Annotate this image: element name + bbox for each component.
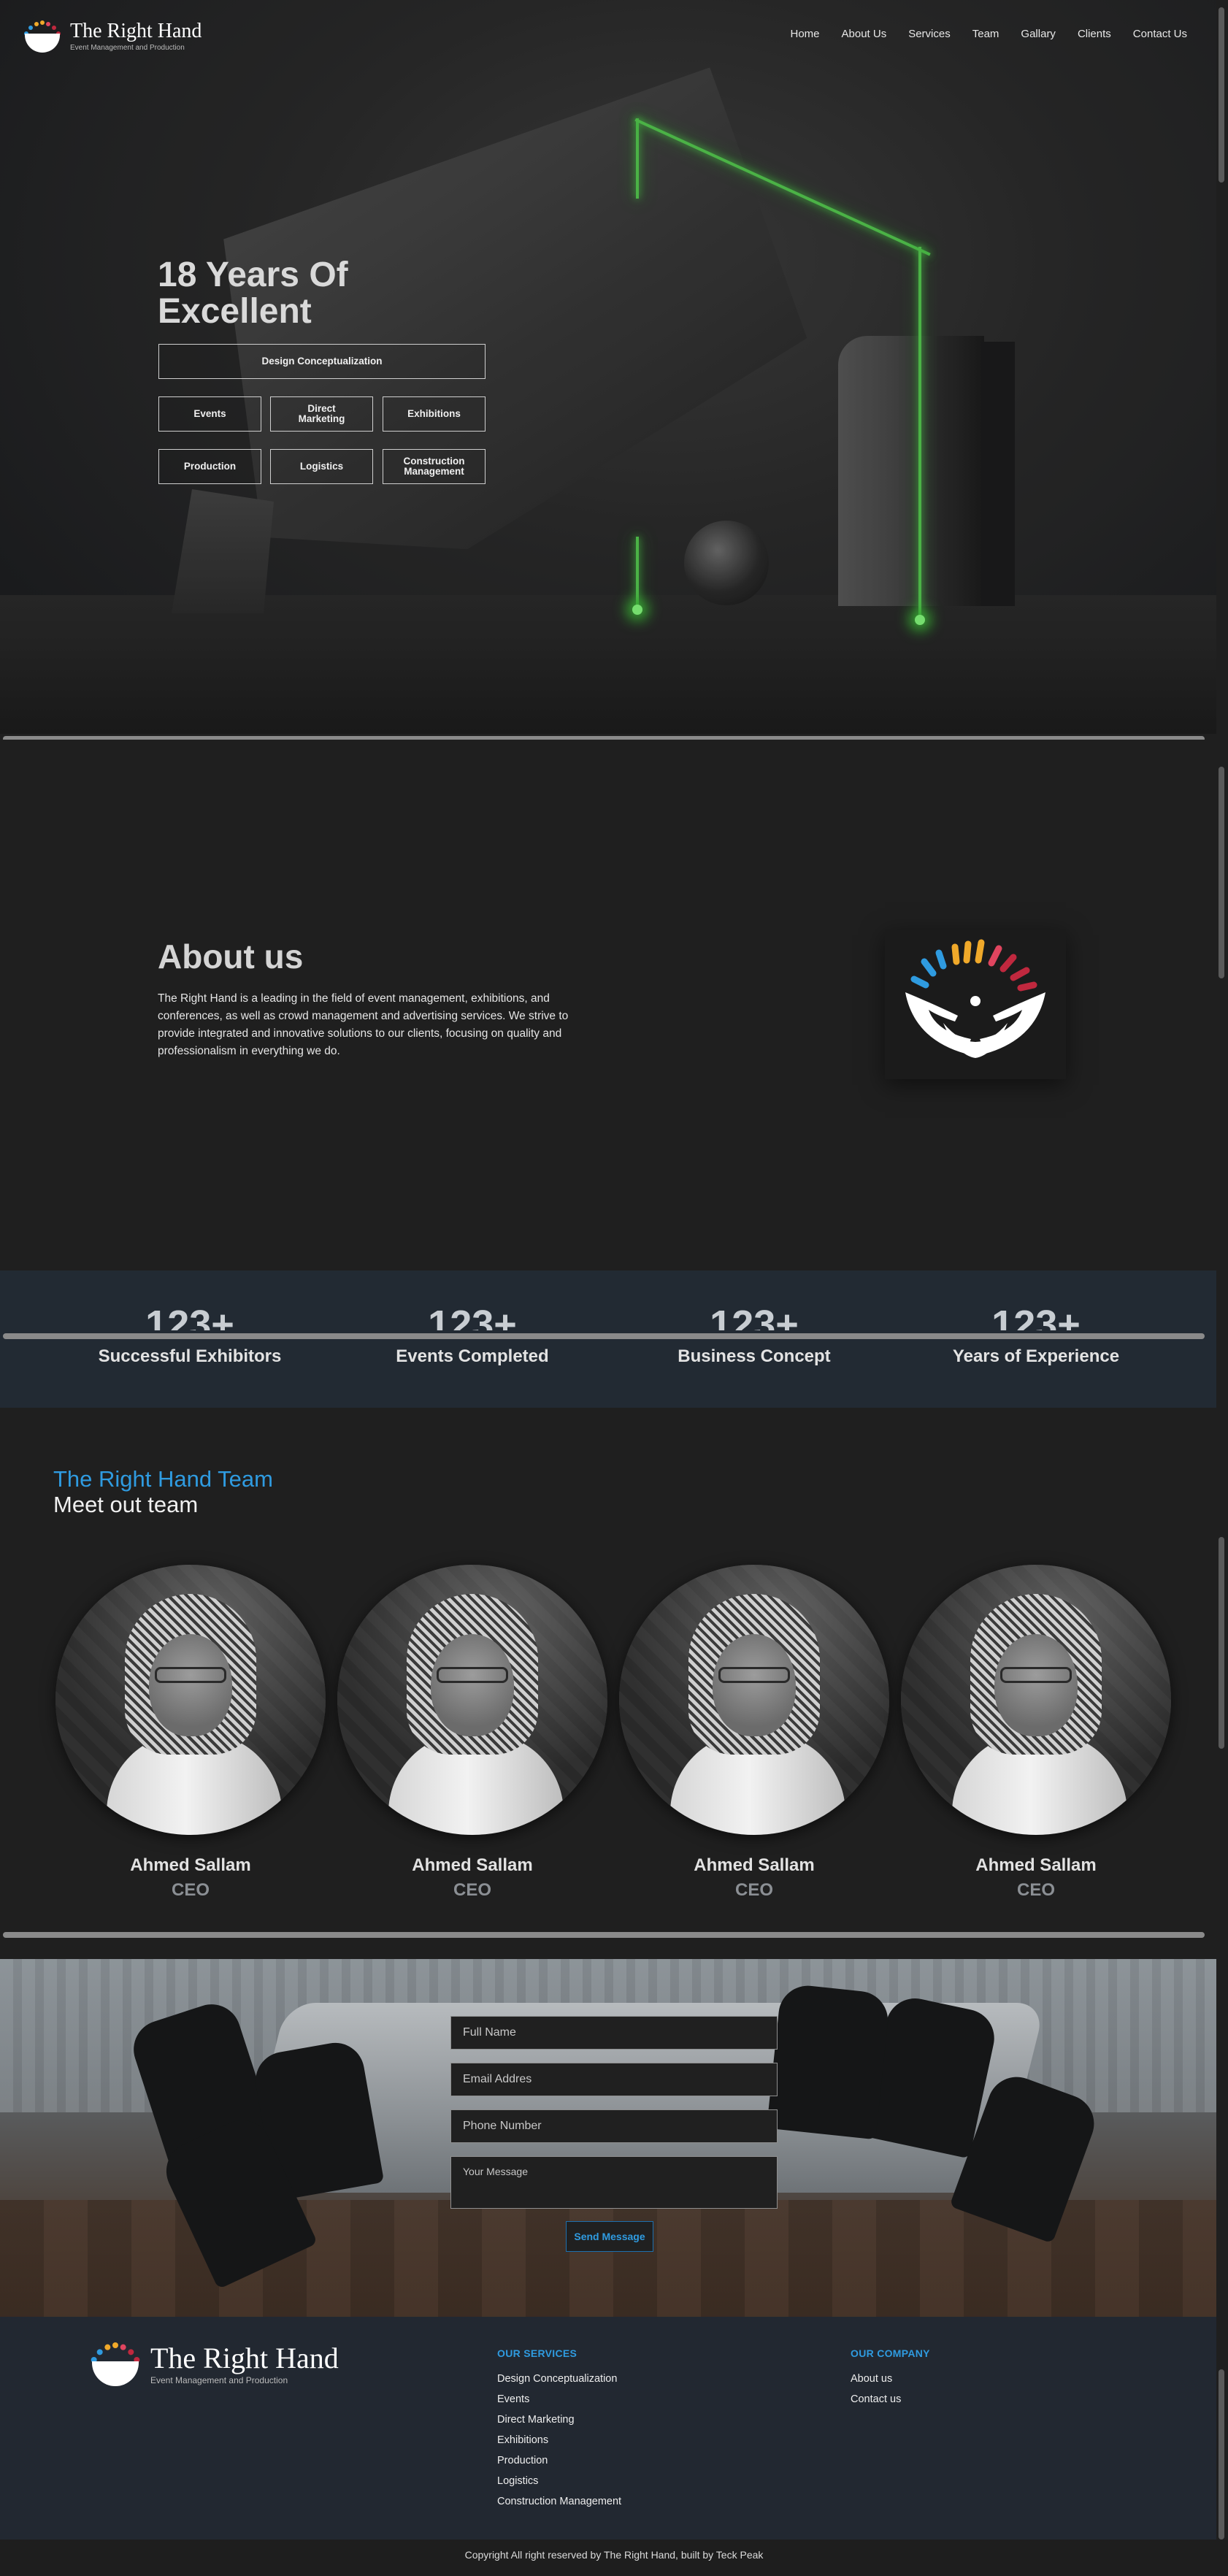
vertical-scrollbar[interactable] [1219, 7, 1224, 183]
stat-number: 123+ [710, 1303, 799, 1330]
top-nav: The Right Hand Event Management and Prod… [0, 0, 1216, 73]
team-member-role: CEO [1016, 1880, 1055, 1900]
hero-title: 18 Years Of Excellent [158, 256, 348, 331]
horizontal-scrollbar[interactable] [3, 1932, 1205, 1938]
stat-number: 123+ [991, 1303, 1081, 1330]
full-name-input[interactable] [450, 2016, 778, 2050]
nav-clients[interactable]: Clients [1078, 28, 1111, 40]
service-button-direct-marketing[interactable]: Direct Marketing [270, 396, 373, 432]
team-title: Meet out team [53, 1492, 199, 1517]
team-member-name: Ahmed Sallam [694, 1855, 815, 1875]
service-button-events[interactable]: Events [158, 396, 261, 432]
team-member-name: Ahmed Sallam [412, 1855, 533, 1875]
logo-mark-icon [86, 2342, 145, 2386]
footer-brand-logo[interactable]: The Right Hand Event Management and Prod… [86, 2342, 339, 2386]
team-member-role: CEO [453, 1880, 491, 1900]
service-button-logistics[interactable]: Logistics [270, 449, 373, 484]
team-member-name: Ahmed Sallam [130, 1855, 251, 1875]
team-member-photo [901, 1565, 1171, 1835]
team-subtitle: The Right Hand Team [53, 1466, 273, 1492]
vertical-scrollbar[interactable] [1219, 2369, 1224, 2539]
horizontal-scrollbar[interactable] [3, 1333, 1205, 1339]
about-logo-image [885, 929, 1066, 1079]
service-button-production[interactable]: Production [158, 449, 261, 484]
footer-services-title: OUR SERVICES [497, 2347, 577, 2359]
nav-services[interactable]: Services [908, 28, 951, 40]
team-member-card: Ahmed Sallam CEO [337, 1565, 607, 1901]
send-message-button[interactable]: Send Message [566, 2221, 653, 2252]
nav-about-us[interactable]: About Us [842, 28, 887, 40]
brand-logo[interactable]: The Right Hand Event Management and Prod… [20, 20, 202, 53]
hero-section: The Right Hand Event Management and Prod… [0, 0, 1216, 734]
stat-label: Successful Exhibitors [98, 1346, 282, 1366]
team-member-card: Ahmed Sallam CEO [55, 1565, 326, 1901]
about-title: About us [158, 938, 304, 975]
team-member-card: Ahmed Sallam CEO [619, 1565, 889, 1901]
stat-label: Events Completed [396, 1346, 549, 1366]
vertical-scrollbar[interactable] [1219, 1537, 1224, 1749]
team-member-photo [619, 1565, 889, 1835]
logo-mark-icon [20, 20, 64, 53]
nav-menu: Home About Us Services Team Gallary Clie… [790, 28, 1187, 40]
team-member-photo [337, 1565, 607, 1835]
stat-number: 123+ [428, 1303, 517, 1330]
footer-link-about-us[interactable]: About us [851, 2373, 892, 2385]
team-member-card: Ahmed Sallam CEO [901, 1565, 1171, 1901]
team-member-name: Ahmed Sallam [975, 1855, 1097, 1875]
footer-link-exhibitions[interactable]: Exhibitions [497, 2434, 548, 2446]
message-textarea[interactable] [450, 2156, 778, 2209]
nav-team[interactable]: Team [972, 28, 999, 40]
vertical-scrollbar[interactable] [1219, 767, 1224, 978]
nav-contact-us[interactable]: Contact Us [1133, 28, 1187, 40]
nav-gallary[interactable]: Gallary [1021, 28, 1056, 40]
footer-brand-name: The Right Hand [150, 2341, 339, 2374]
about-section: About us The Right Hand is a leading in … [0, 740, 1216, 1270]
footer-link-construction-management[interactable]: Construction Management [497, 2496, 621, 2507]
team-member-photo [55, 1565, 326, 1835]
brand-tagline: Event Management and Production [70, 44, 185, 52]
footer-link-events[interactable]: Events [497, 2393, 529, 2405]
footer-link-design-conceptualization[interactable]: Design Conceptualization [497, 2373, 617, 2385]
phone-input[interactable] [450, 2109, 778, 2143]
footer-link-production[interactable]: Production [497, 2455, 548, 2466]
footer-link-direct-marketing[interactable]: Direct Marketing [497, 2414, 575, 2426]
footer: The Right Hand Event Management and Prod… [0, 2317, 1216, 2539]
email-input[interactable] [450, 2063, 778, 2096]
footer-link-contact-us[interactable]: Contact us [851, 2393, 901, 2405]
stat-label: Business Concept [678, 1346, 831, 1366]
footer-brand-tagline: Event Management and Production [150, 2374, 288, 2385]
about-text: The Right Hand is a leading in the field… [158, 992, 569, 1057]
logo-hands-icon [905, 939, 1045, 1058]
stat-number: 123+ [145, 1303, 234, 1330]
team-section: The Right Hand Team Meet out team Ahmed … [0, 1408, 1216, 1959]
stats-section: 123+ Successful Exhibitors 123+ Events C… [0, 1270, 1216, 1408]
office-chair [766, 1982, 891, 2140]
service-button-design-conceptualization[interactable]: Design Conceptualization [158, 344, 486, 379]
service-button-exhibitions[interactable]: Exhibitions [383, 396, 486, 432]
stat-label: Years of Experience [952, 1346, 1120, 1366]
team-member-role: CEO [171, 1880, 210, 1900]
copyright-text: Copyright All right reserved by The Righ… [0, 2539, 1228, 2576]
nav-home[interactable]: Home [790, 28, 819, 40]
footer-company-title: OUR COMPANY [851, 2347, 930, 2359]
footer-link-logistics[interactable]: Logistics [497, 2475, 538, 2487]
team-member-role: CEO [734, 1880, 773, 1900]
service-button-construction-management[interactable]: Construction Management [383, 449, 486, 484]
brand-name: The Right Hand [70, 20, 202, 42]
